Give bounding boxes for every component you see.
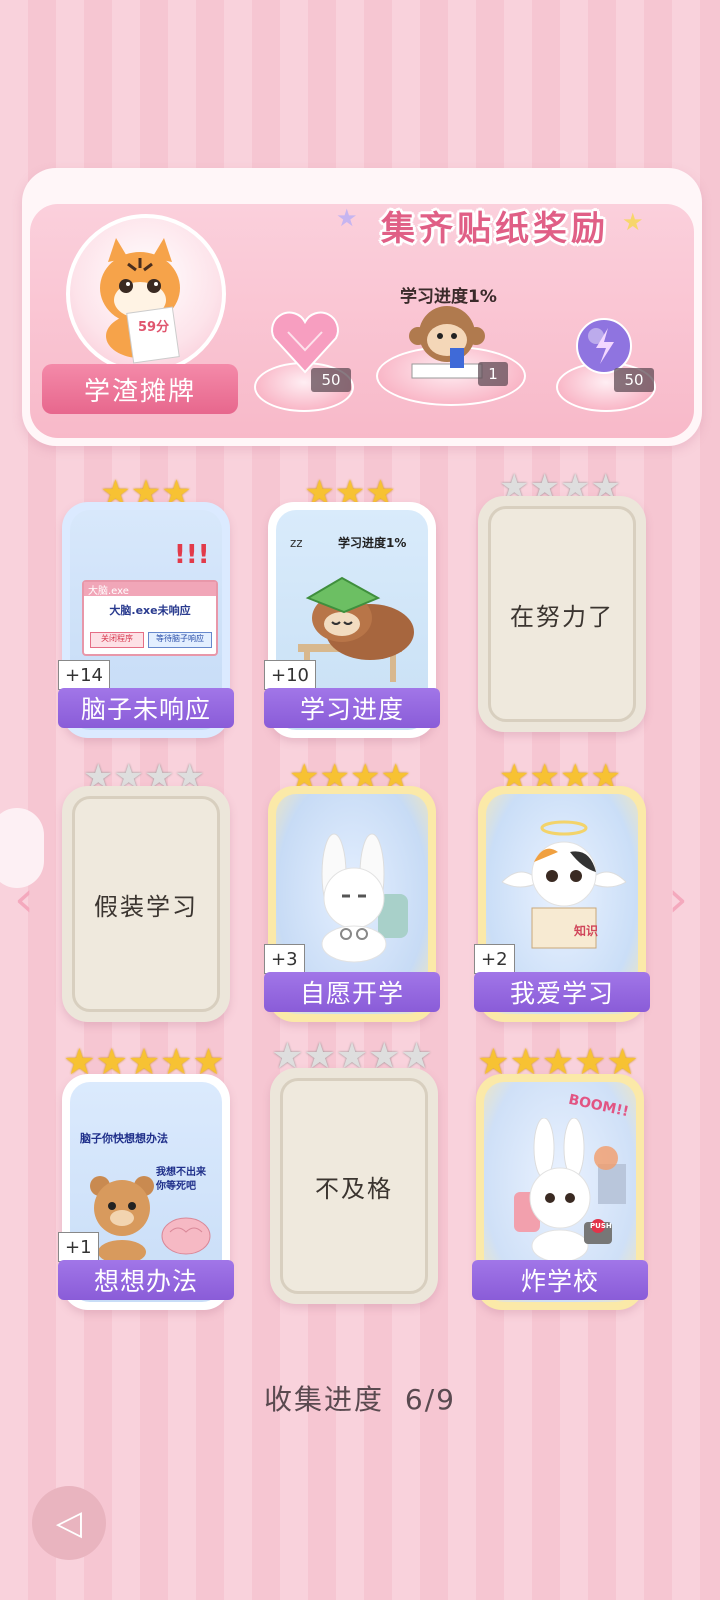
card-count-badge: +1 [58,1232,99,1262]
card-count-badge: +2 [474,944,515,974]
next-page-arrow-icon[interactable]: › [668,870,688,928]
banner-title: 集齐贴纸奖励 [381,209,609,248]
bear-and-brain-icon [90,1176,211,1262]
sticker-card[interactable]: zz 学习进度1% +10 学习进度 [264,502,440,738]
reward-count: 50 [614,368,654,392]
tiger-cub-icon [100,238,180,364]
collection-progress-value: 6/9 [404,1383,456,1416]
sticker-card[interactable]: BOOM!! PUSH 炸学校 [472,1074,648,1310]
avatar-title-ribbon: 学渣摊牌 [42,364,238,414]
dialog-message: 大脑.exe未响应 [109,604,191,617]
sticker-card[interactable]: 知识 +2 我爱学习 [474,786,650,1022]
reward-count: 1 [478,362,508,386]
card-name: 在努力了 [488,506,636,722]
sticker-card[interactable]: !!! 大脑.exe 大脑.exe未响应 关闭程序 等待脑子响应 +14 脑子未… [58,502,234,738]
error-dialog: 大脑.exe 大脑.exe未响应 关闭程序 等待脑子响应 [82,580,218,656]
dialog-wait-button: 等待脑子响应 [148,632,212,648]
back-arrow-icon: ◁ [55,1503,83,1543]
reward-count: 50 [311,368,351,392]
card-name: 想想办法 [58,1260,234,1300]
exclamation-text: !!! [174,540,210,570]
card-name: 自愿开学 [264,972,440,1012]
push-text: PUSH [590,1222,612,1230]
boom-text: BOOM!! [567,1091,631,1121]
book-text: 知识 [574,924,599,938]
dialog-titlebar: 大脑.exe [84,582,216,597]
card-count-badge: +14 [58,660,110,690]
card-name: 我爱学习 [474,972,650,1012]
sleep-zz-text: zz [290,536,303,550]
card-name: 不及格 [280,1078,428,1294]
card-name: 假装学习 [72,796,220,1012]
card-name: 脑子未响应 [58,688,234,728]
art-caption: 学习进度1% [338,536,407,550]
collection-progress: 收集进度 6/9 [0,1378,720,1418]
sticker-card-locked[interactable]: 假装学习 [62,786,230,1022]
card-name: 炸学校 [472,1260,648,1300]
dialog-close-button: 关闭程序 [90,632,144,648]
bunny-boom-icon [514,1118,626,1263]
avatar[interactable] [66,214,226,374]
sticker-card-locked[interactable]: 在努力了 [478,496,646,732]
score-text: 59分 [138,320,170,335]
sticker-card[interactable]: 脑子你快想想办法 我想不出来 你等死吧 +1 想想办法 [58,1074,234,1310]
bunny-handcuffed-icon [321,833,408,963]
collection-progress-label: 收集进度 [264,1383,385,1416]
back-button[interactable]: ◁ [32,1486,106,1560]
sticker-card[interactable]: +3 自愿开学 [264,786,440,1022]
prev-page-arrow-icon[interactable]: ‹ [14,870,34,928]
card-count-badge: +3 [264,944,305,974]
sticker-card-locked[interactable]: 不及格 [270,1068,438,1304]
art-caption: 脑子你快想想办法 [80,1132,168,1145]
card-count-badge: +10 [264,660,316,690]
card-name: 学习进度 [264,688,440,728]
